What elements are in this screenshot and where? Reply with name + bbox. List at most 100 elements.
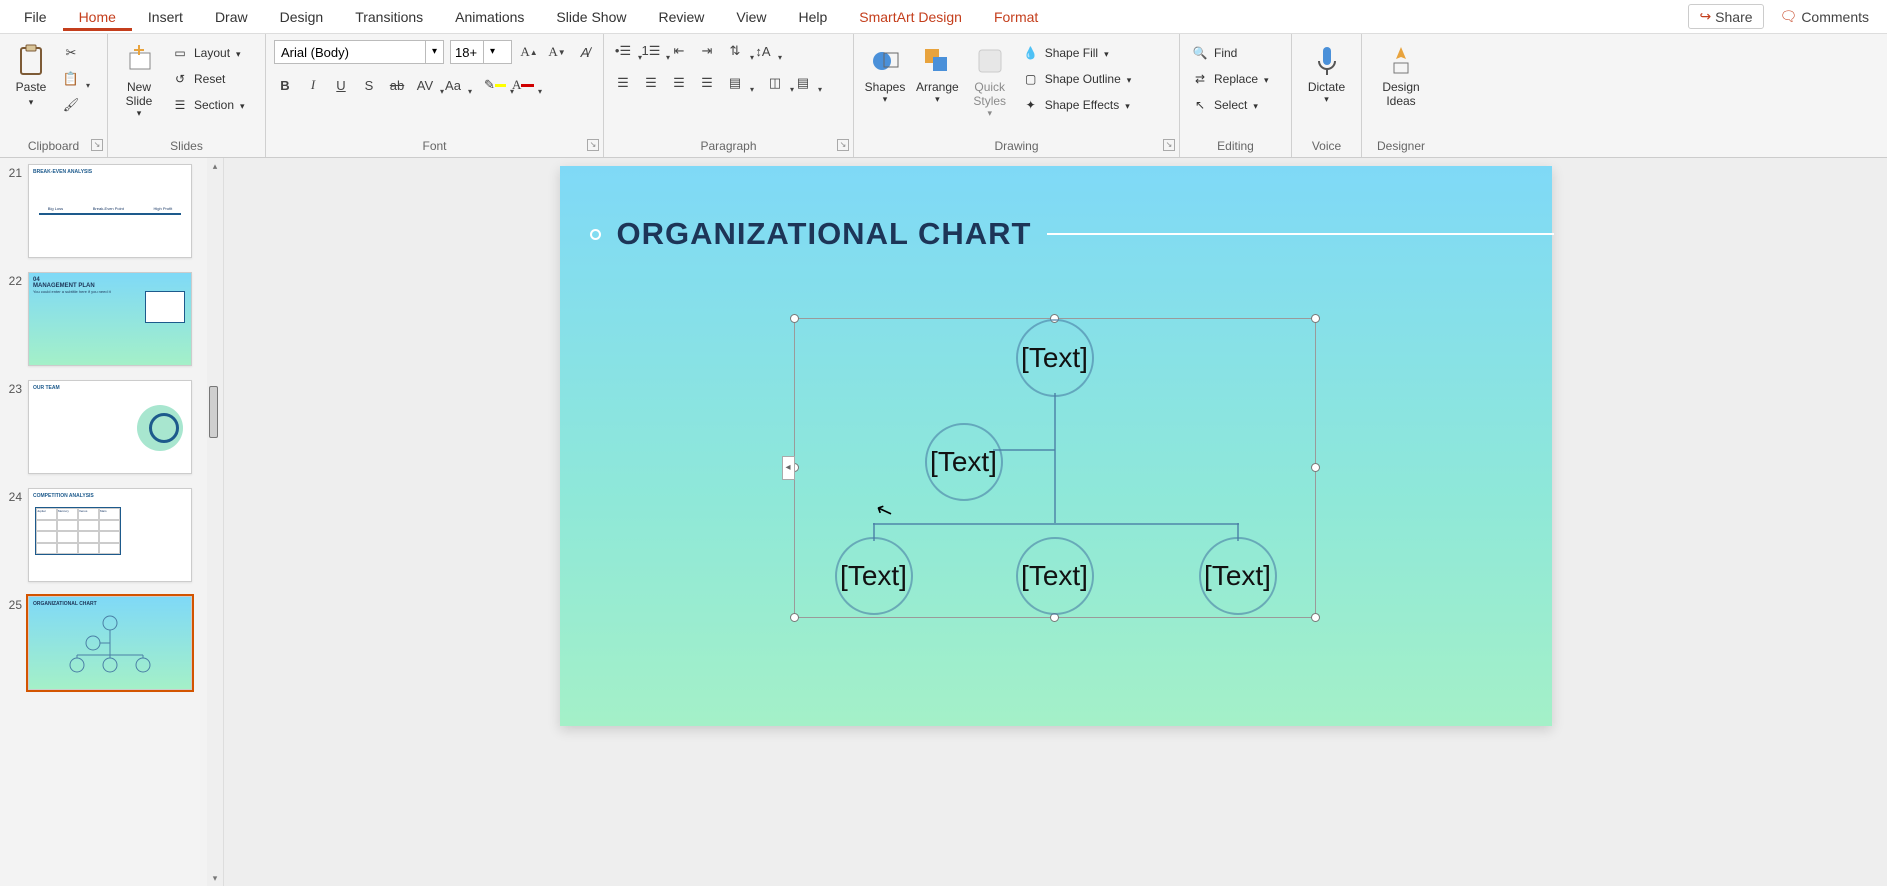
change-case-button[interactable]: Aa [442,74,464,96]
drawing-dialog-launcher[interactable]: ↘ [1163,139,1175,151]
numbering-button[interactable]: 1☰ [640,40,662,62]
tab-smartart-design[interactable]: SmartArt Design [843,3,978,31]
font-color-button[interactable]: A [512,74,534,96]
bold-button[interactable]: B [274,74,296,96]
slide[interactable]: ORGANIZATIONAL CHART ◂ [560,166,1552,726]
scroll-down-button[interactable]: ▾ [207,870,223,886]
node-text[interactable]: [Text] [840,560,907,592]
shadow-button[interactable]: S [358,74,380,96]
resize-handle-mr[interactable] [1311,463,1320,472]
smartart-convert-button[interactable]: ▤ [792,72,814,94]
align-center-button[interactable]: ☰ [640,72,662,94]
node-text[interactable]: [Text] [1204,560,1271,592]
comments-button[interactable]: 🗨 Comments [1770,5,1879,28]
line-spacing-button[interactable]: ⇅ [724,40,746,62]
font-size-combo[interactable]: ▾ [450,40,512,64]
format-painter-button[interactable]: 🖌 [60,94,82,116]
text-pane-toggle[interactable]: ◂ [782,456,795,480]
shape-outline-button[interactable]: ▢Shape Outline [1019,68,1134,90]
tab-help[interactable]: Help [782,3,843,31]
highlight-button[interactable]: ✎ [484,74,506,96]
replace-button[interactable]: ⇄Replace [1188,68,1271,90]
thumbnail-row[interactable]: 24 COMPETITION ANALYSIS JupiterMercuryVe… [4,488,208,582]
font-size-input[interactable] [451,45,483,60]
tab-format[interactable]: Format [978,3,1054,31]
quick-styles-button[interactable]: Quick Styles▾ [967,40,1013,121]
node-text[interactable]: [Text] [1021,342,1088,374]
select-button[interactable]: ↖Select [1188,94,1271,116]
thumbnail-scrollbar[interactable]: ▴ ▾ [207,158,223,886]
resize-handle-tl[interactable] [790,314,799,323]
shapes-button[interactable]: Shapes▾ [862,40,908,107]
align-right-button[interactable]: ☰ [668,72,690,94]
design-ideas-button[interactable]: Design Ideas [1378,40,1424,110]
org-node-child[interactable]: [Text] [1016,537,1094,615]
thumbnail-row[interactable]: 23 OUR TEAM [4,380,208,474]
shape-fill-button[interactable]: 💧Shape Fill [1019,42,1134,64]
org-node-root[interactable]: [Text] [1016,319,1094,397]
paragraph-dialog-launcher[interactable]: ↘ [837,139,849,151]
share-button[interactable]: ↪ Share [1688,4,1763,29]
char-spacing-button[interactable]: AV [414,74,436,96]
copy-button[interactable]: 📋 [60,68,82,90]
thumbnail-row[interactable]: 25 ORGANIZATIONAL CHART [4,596,208,690]
find-button[interactable]: 🔍Find [1188,42,1271,64]
resize-handle-tr[interactable] [1311,314,1320,323]
italic-button[interactable]: I [302,74,324,96]
increase-indent-button[interactable]: ⇥ [696,40,718,62]
font-size-dropdown[interactable]: ▾ [483,41,501,63]
justify-button[interactable]: ☰ [696,72,718,94]
decrease-indent-button[interactable]: ⇤ [668,40,690,62]
tab-transitions[interactable]: Transitions [339,3,439,31]
tab-design[interactable]: Design [264,3,340,31]
org-node-child[interactable]: [Text] [835,537,913,615]
tab-insert[interactable]: Insert [132,3,199,31]
align-left-button[interactable]: ☰ [612,72,634,94]
reset-button[interactable]: ↺Reset [168,68,247,90]
tab-home[interactable]: Home [63,3,132,31]
font-name-input[interactable] [275,45,425,60]
smartart-selection[interactable]: ◂ [Text] [Text] [Text] [794,318,1316,618]
org-node-assistant[interactable]: [Text] [925,423,1003,501]
node-text[interactable]: [Text] [1021,560,1088,592]
thumb-preview-selected[interactable]: ORGANIZATIONAL CHART [28,596,192,690]
thumbnail-row[interactable]: 22 04 MANAGEMENT PLAN You could enter a … [4,272,208,366]
underline-button[interactable]: U [330,74,352,96]
strikethrough-button[interactable]: ab [386,74,408,96]
tab-review[interactable]: Review [642,3,720,31]
tab-view[interactable]: View [720,3,782,31]
resize-handle-br[interactable] [1311,613,1320,622]
tab-animations[interactable]: Animations [439,3,540,31]
font-dialog-launcher[interactable]: ↘ [587,139,599,151]
slide-title[interactable]: ORGANIZATIONAL CHART [617,216,1032,252]
resize-handle-bl[interactable] [790,613,799,622]
thumbnail-row[interactable]: 21 BREAK-EVEN ANALYSIS Big Loss Break-Ev… [4,164,208,258]
grow-font-button[interactable]: A▲ [518,41,540,63]
org-node-child[interactable]: [Text] [1199,537,1277,615]
bullets-button[interactable]: •☰ [612,40,634,62]
tab-file[interactable]: File [8,3,63,31]
cut-button[interactable]: ✂ [60,42,82,64]
thumb-preview[interactable]: COMPETITION ANALYSIS JupiterMercuryVenus… [28,488,192,582]
scroll-up-button[interactable]: ▴ [207,158,223,174]
scroll-handle[interactable] [209,386,218,438]
columns-button[interactable]: ▤ [724,72,746,94]
text-direction-button[interactable]: ↕A [752,40,774,62]
font-name-dropdown[interactable]: ▾ [425,41,443,63]
tab-slideshow[interactable]: Slide Show [540,3,642,31]
layout-button[interactable]: ▭Layout [168,42,247,64]
section-button[interactable]: ☰Section [168,94,247,116]
shape-effects-button[interactable]: ✦Shape Effects [1019,94,1134,116]
align-text-button[interactable]: ◫ [764,72,786,94]
node-text[interactable]: [Text] [930,446,997,478]
new-slide-button[interactable]: New Slide ▾ [116,40,162,121]
tab-draw[interactable]: Draw [199,3,264,31]
shrink-font-button[interactable]: A▼ [546,41,568,63]
scroll-track[interactable] [209,174,221,870]
dictate-button[interactable]: Dictate▾ [1304,40,1350,107]
clipboard-dialog-launcher[interactable]: ↘ [91,139,103,151]
arrange-button[interactable]: Arrange▾ [914,40,961,107]
clear-formatting-button[interactable]: A̸ [574,41,596,63]
thumb-preview[interactable]: 04 MANAGEMENT PLAN You could enter a sub… [28,272,192,366]
paste-button[interactable]: Paste▾ [8,40,54,111]
